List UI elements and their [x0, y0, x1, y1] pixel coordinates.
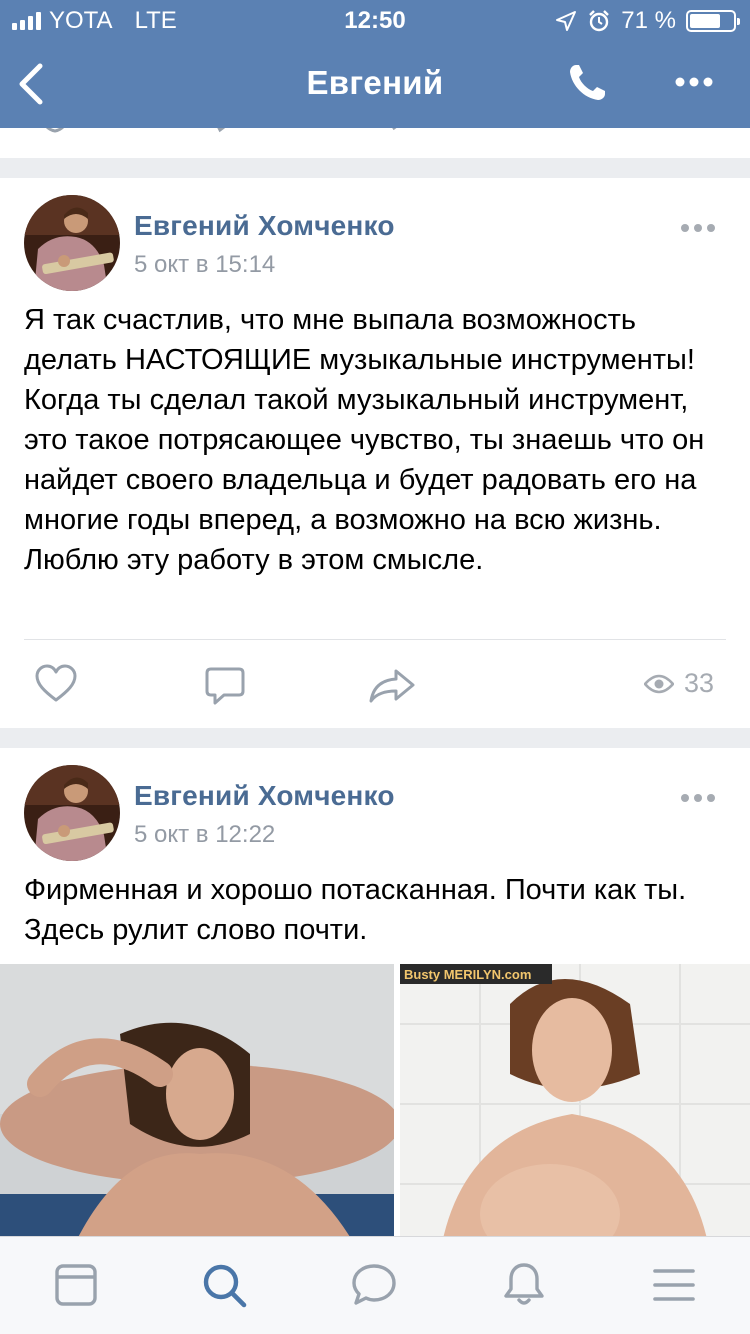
- previous-post-fragment: [0, 122, 750, 158]
- nav-bar: Евгений: [0, 40, 750, 128]
- post-text: Фирменная и хорошо потасканная. Почти ка…: [24, 874, 687, 946]
- photo-image: Busty MERILYN.com: [400, 964, 750, 1254]
- location-arrow-icon: [556, 11, 577, 31]
- post-photo[interactable]: [0, 964, 394, 1254]
- post-timestamp: 5 окт в 15:14: [134, 251, 276, 278]
- photo-watermark: Busty MERILYN.com: [404, 967, 531, 982]
- post-author[interactable]: Евгений Хомченко: [134, 780, 395, 812]
- avatar[interactable]: [24, 195, 120, 291]
- post-card: Евгений Хомченко 5 окт в 12:22 Фирменная…: [0, 748, 750, 1254]
- page-title: Евгений: [306, 64, 444, 101]
- status-bar: YOTA LTE 12:50 71 %: [0, 0, 750, 40]
- search-icon[interactable]: [200, 1261, 248, 1309]
- comment-icon[interactable]: [204, 666, 246, 708]
- eye-icon: [644, 674, 674, 693]
- menu-icon[interactable]: [650, 1261, 698, 1309]
- post-author[interactable]: Евгений Хомченко: [134, 210, 395, 242]
- messages-icon[interactable]: [350, 1261, 398, 1309]
- post-divider: [24, 639, 726, 640]
- share-icon[interactable]: [368, 668, 416, 704]
- top-bar: YOTA LTE 12:50 71 % Евгений: [0, 0, 750, 128]
- more-horizontal-icon[interactable]: [672, 60, 716, 104]
- tab-bar: [0, 1236, 750, 1334]
- post-menu-icon[interactable]: [680, 792, 716, 804]
- news-icon[interactable]: [52, 1261, 100, 1309]
- post-menu-icon[interactable]: [680, 222, 716, 234]
- post-timestamp: 5 окт в 12:22: [134, 821, 276, 848]
- alarm-icon: [589, 10, 610, 32]
- phone-icon[interactable]: [566, 62, 608, 104]
- post-photo[interactable]: Busty MERILYN.com: [400, 964, 750, 1254]
- avatar-photo: [24, 195, 120, 291]
- battery-percent: 71 %: [621, 7, 676, 34]
- avatar-photo: [24, 765, 120, 861]
- notifications-icon[interactable]: [500, 1261, 548, 1309]
- status-right: 71 %: [555, 7, 740, 35]
- views-count: 33: [684, 668, 715, 698]
- photo-image: [0, 964, 394, 1254]
- views-counter: 33: [644, 668, 714, 699]
- post-card: Евгений Хомченко 5 окт в 15:14 Я так сча…: [0, 178, 750, 728]
- screen: YOTA LTE 12:50 71 % Евгений Евгений Хомч…: [0, 0, 750, 1334]
- post-text: Я так счастлив, что мне выпала возможнос…: [24, 304, 705, 576]
- battery-fill: [690, 14, 720, 28]
- avatar[interactable]: [24, 765, 120, 861]
- battery-icon: [686, 10, 740, 32]
- like-icon[interactable]: [34, 664, 78, 704]
